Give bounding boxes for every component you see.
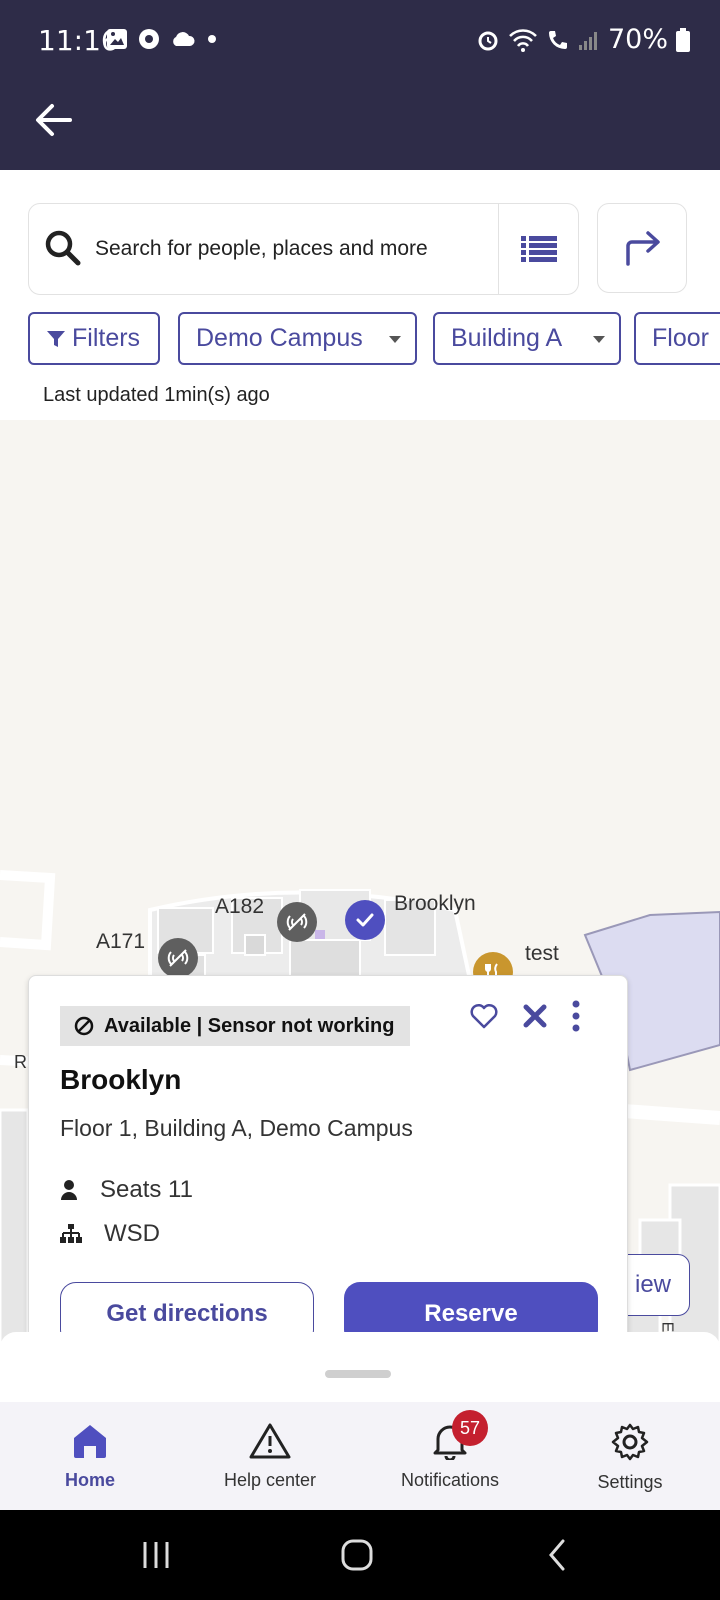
- nav-label: Home: [64, 1470, 115, 1490]
- blocked-icon: [74, 1016, 94, 1036]
- status-text: Available | Sensor not working: [104, 1014, 395, 1037]
- signal-icon: [578, 31, 597, 50]
- map-label-e: E: [658, 1321, 676, 1333]
- filter-chip-row: Filters Demo Campus Building A Floor: [28, 312, 720, 365]
- org-chart-icon: [60, 1224, 82, 1243]
- chevron-left-icon: [549, 1539, 565, 1571]
- card-actions: [469, 1000, 581, 1032]
- bottom-sheet: [0, 1332, 720, 1402]
- seats-text: Seats 11: [100, 1176, 193, 1203]
- seats-row: Seats 11: [60, 1176, 193, 1204]
- signal-off-icon: [286, 913, 308, 931]
- caret-down-icon: [593, 336, 605, 343]
- caret-down-icon: [389, 336, 401, 343]
- app-header: [0, 80, 720, 170]
- nav-label: Notifications: [400, 1470, 500, 1490]
- status-bar: 11:16 70%: [0, 0, 720, 80]
- nav-label: Settings: [597, 1472, 663, 1492]
- nav-label: Help center: [223, 1470, 317, 1490]
- org-text: WSD: [104, 1220, 160, 1247]
- recent-apps-icon: [143, 1542, 169, 1568]
- campus-dropdown[interactable]: Demo Campus: [178, 312, 417, 365]
- sensor-offline-marker[interactable]: [158, 938, 198, 978]
- bottom-nav: Home Help center 57 Notifications Settin…: [0, 1402, 720, 1510]
- person-icon: [61, 1180, 77, 1200]
- system-navigation-bar: [0, 1510, 720, 1600]
- map-label-r: R: [14, 1052, 27, 1072]
- gear-icon: [611, 1423, 649, 1461]
- directions-button[interactable]: [597, 203, 687, 293]
- battery-icon: [676, 27, 690, 52]
- filters-label: Filters: [72, 324, 141, 352]
- nav-settings[interactable]: Settings: [540, 1402, 720, 1510]
- org-row: WSD: [60, 1220, 160, 1248]
- alarm-icon: [478, 31, 498, 50]
- cloud-icon: [173, 32, 195, 46]
- room-location: Floor 1, Building A, Demo Campus: [60, 1115, 413, 1141]
- close-icon[interactable]: [521, 1002, 549, 1030]
- map-label-a171[interactable]: A171: [96, 930, 145, 954]
- search-input[interactable]: Search for people, places and more: [95, 237, 428, 261]
- map-label-brooklyn[interactable]: Brooklyn: [394, 892, 476, 916]
- nav-help-center[interactable]: Help center: [180, 1402, 360, 1510]
- nav-notifications[interactable]: 57 Notifications: [360, 1402, 540, 1510]
- floor-value: Floor: [652, 324, 709, 352]
- bottom-sheet-handle[interactable]: [325, 1370, 391, 1378]
- search-bar[interactable]: Search for people, places and more: [28, 203, 579, 295]
- status-badge: Available | Sensor not working: [60, 1006, 411, 1046]
- warning-icon: [249, 1423, 291, 1459]
- search-icon: [45, 230, 81, 266]
- wifi-call-icon: [548, 30, 567, 49]
- list-view-button[interactable]: [499, 204, 579, 294]
- building-dropdown[interactable]: Building A: [433, 312, 621, 365]
- filters-chip[interactable]: Filters: [28, 312, 160, 365]
- sensor-offline-marker[interactable]: [277, 902, 317, 942]
- turn-right-arrow-icon: [626, 231, 660, 266]
- wifi-icon: [509, 28, 537, 52]
- more-vertical-icon[interactable]: [571, 1000, 581, 1032]
- home-circle-icon: [341, 1539, 373, 1571]
- status-system-icons: 70%: [476, 24, 690, 55]
- battery-percent: 70%: [607, 24, 668, 55]
- notification-count-badge: 57: [452, 1410, 488, 1446]
- signal-off-icon: [167, 949, 189, 967]
- home-icon: [74, 1425, 106, 1458]
- recent-apps-button[interactable]: [133, 1532, 179, 1578]
- check-icon: [356, 913, 374, 927]
- dot-icon: [208, 35, 216, 43]
- image-icon: [107, 29, 127, 49]
- nav-home[interactable]: Home: [0, 1402, 180, 1510]
- room-title: Brooklyn: [60, 1064, 182, 1095]
- last-updated-text: Last updated 1min(s) ago: [43, 384, 270, 406]
- back-button[interactable]: [30, 96, 78, 144]
- filter-icon: [47, 330, 65, 347]
- heart-icon[interactable]: [469, 1002, 499, 1030]
- back-system-button[interactable]: [535, 1532, 581, 1578]
- map-label-test[interactable]: test: [525, 942, 559, 966]
- status-notification-icons: [106, 28, 218, 50]
- map-label-a182[interactable]: A182: [215, 895, 264, 919]
- chrome-icon: [139, 29, 159, 49]
- building-value: Building A: [451, 324, 563, 352]
- campus-value: Demo Campus: [196, 324, 363, 352]
- home-system-button[interactable]: [334, 1532, 380, 1578]
- list-icon: [521, 236, 557, 262]
- floor-dropdown[interactable]: Floor: [634, 312, 720, 365]
- arrow-left-icon: [36, 104, 72, 136]
- selected-room-marker[interactable]: [345, 900, 385, 940]
